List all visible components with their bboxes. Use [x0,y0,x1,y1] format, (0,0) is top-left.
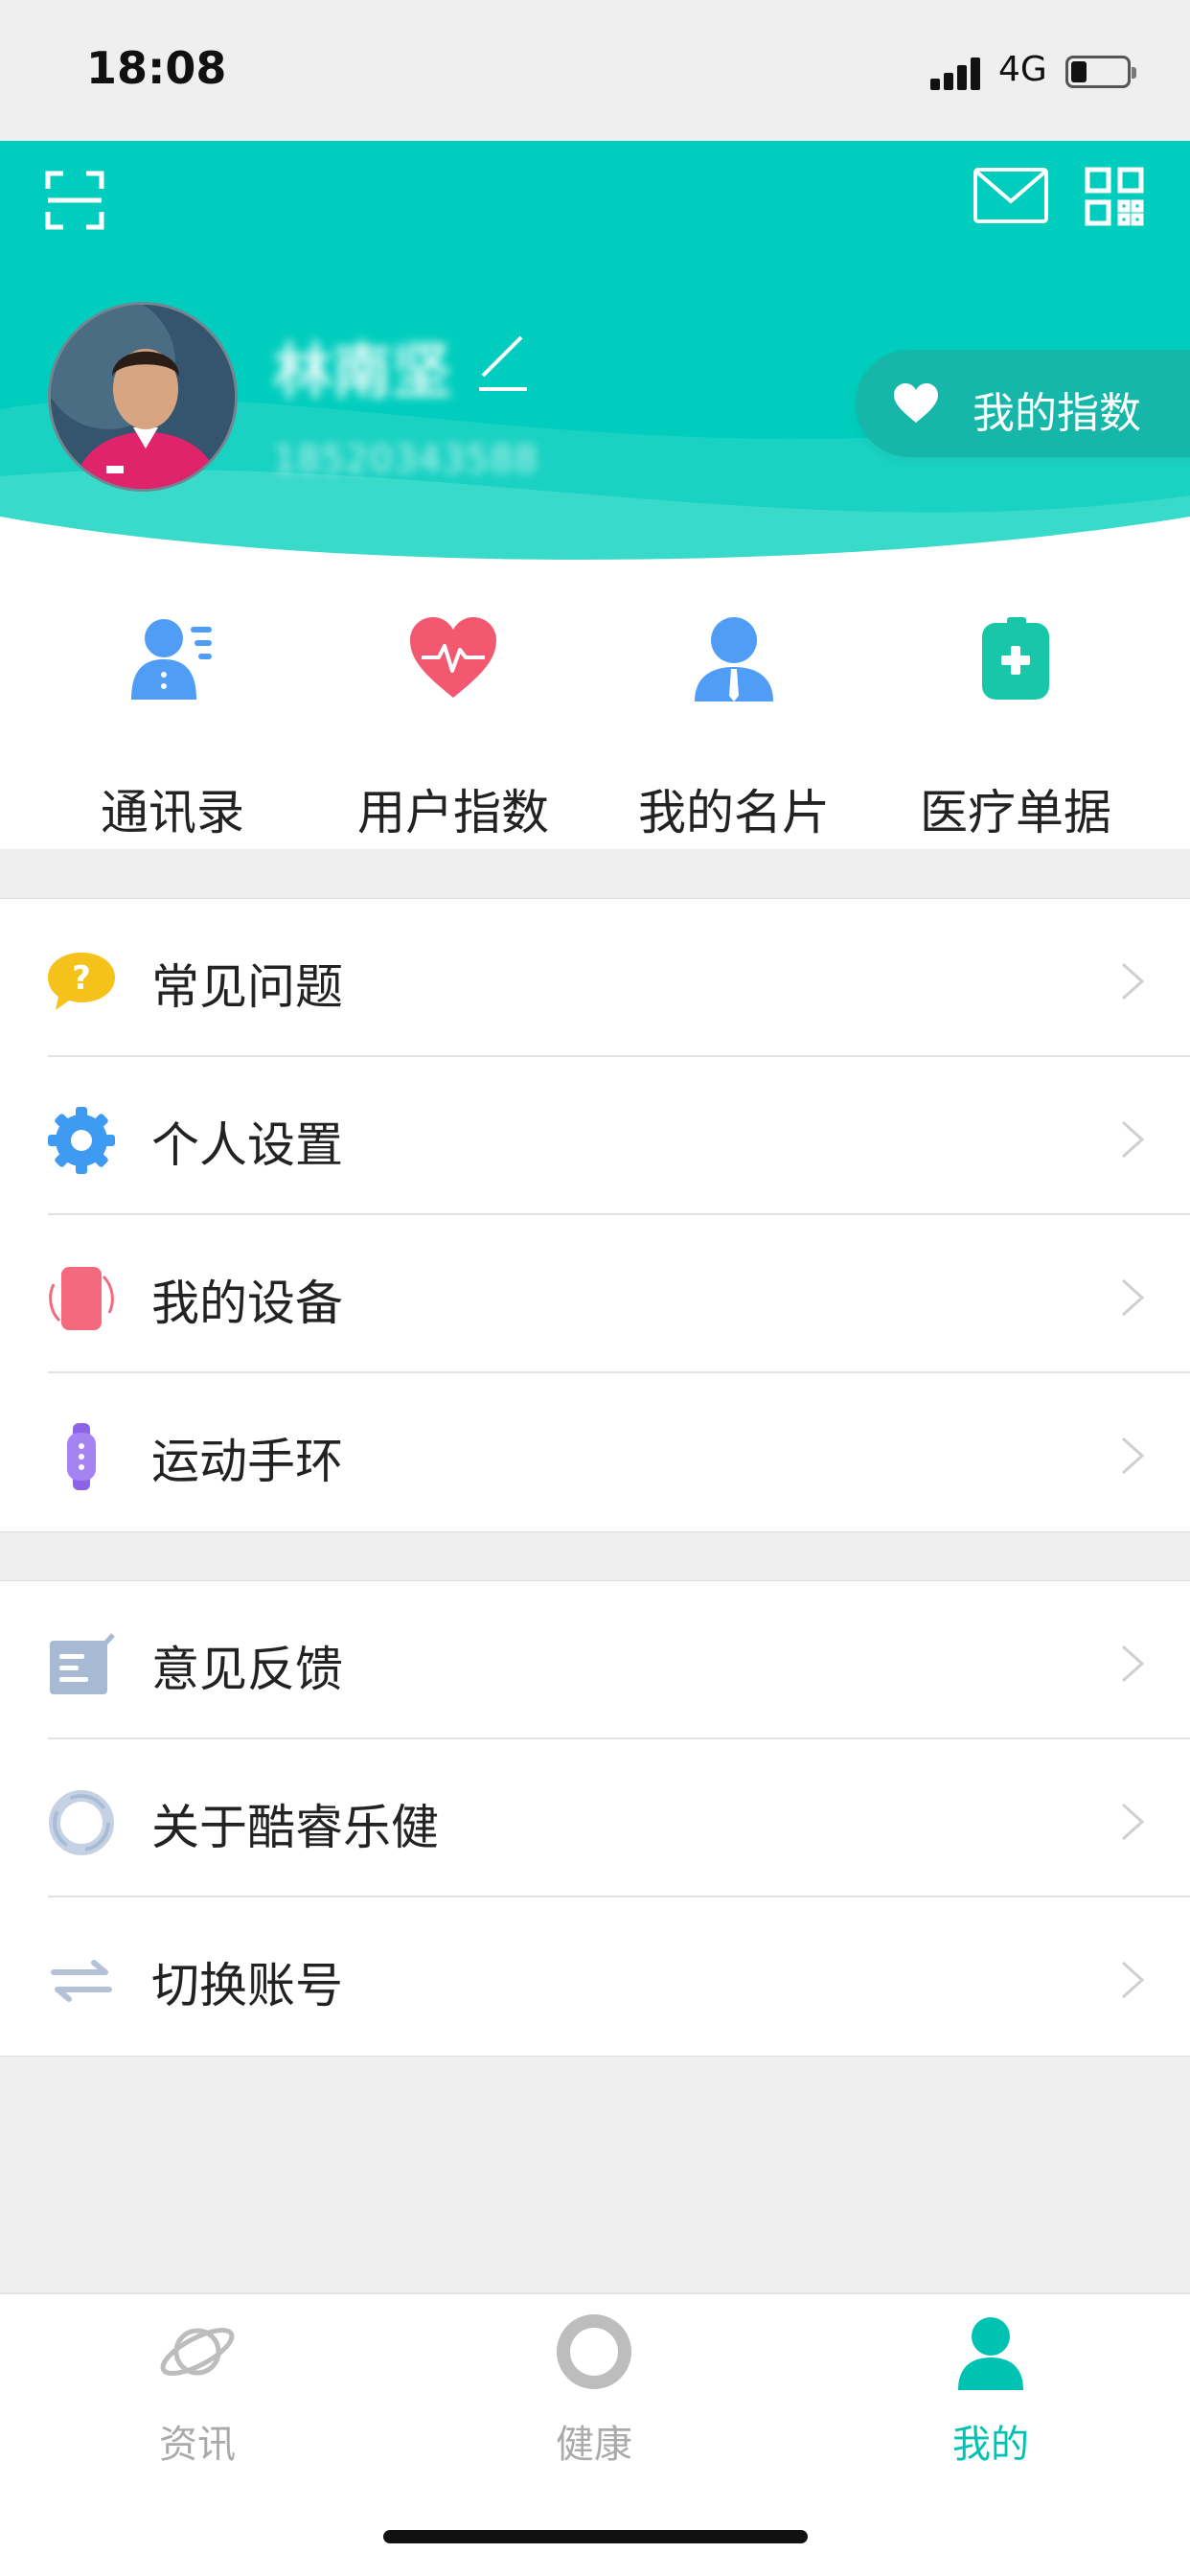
chevron-right-icon [1121,1120,1145,1159]
faq-icon: ? [48,953,115,1010]
menu-item-switch-account[interactable]: 切换账号 [0,1898,1190,2056]
menu-item-feedback[interactable]: 意见反馈 [0,1581,1190,1739]
phone-device-icon [49,1267,114,1330]
tab-health[interactable]: 健康 [450,2312,738,2467]
tab-label: 资讯 [159,2423,236,2467]
status-time: 18:08 [86,42,227,94]
network-type: 4G [998,50,1047,89]
my-index-button[interactable]: 我的指数 [856,350,1190,457]
menu-item-label: 我的设备 [151,1276,343,1331]
medical-records-icon [982,617,1049,700]
qr-code-icon[interactable] [1085,167,1144,226]
scan-icon[interactable] [44,170,105,231]
menu-item-label: 运动手环 [151,1434,343,1489]
heart-icon [894,383,938,423]
menu-item-sports-band[interactable]: 运动手环 [0,1373,1190,1531]
menu-item-label: 关于酷睿乐健 [151,1800,439,1855]
avatar[interactable] [48,302,238,492]
person-icon [958,2317,1023,2390]
menu-item-label: 切换账号 [151,1958,343,2013]
shortcut-grid: 通讯录 用户指数 我的名片 医疗单据 [0,575,1190,849]
user-name: 林南坚 [273,336,452,406]
shortcut-label: 用户指数 [357,785,549,840]
my-index-label: 我的指数 [973,389,1141,438]
chevron-right-icon [1121,1278,1145,1317]
status-bar: 18:08 4G [0,0,1190,141]
shortcut-my-card[interactable]: 我的名片 [590,613,878,840]
switch-account-icon [51,1960,112,2002]
about-icon [49,1790,114,1855]
menu-item-label: 意见反馈 [151,1642,343,1697]
contacts-icon [131,619,212,700]
menu-item-label: 常见问题 [151,959,343,1015]
menu-item-about[interactable]: 关于酷睿乐健 [0,1739,1190,1898]
menu-item-faq[interactable]: ? 常见问题 [0,899,1190,1057]
band-icon [67,1423,96,1490]
feedback-icon [50,1633,115,1694]
shortcut-label: 我的名片 [638,785,830,840]
user-card-icon [695,617,773,702]
menu-item-my-devices[interactable]: 我的设备 [0,1215,1190,1373]
planet-icon [160,2328,235,2376]
tab-label: 我的 [952,2423,1029,2467]
profile-header: 林南坚 18520343588 我的指数 [0,141,1190,582]
chevron-right-icon [1121,962,1145,1000]
chevron-right-icon [1121,1644,1145,1683]
gear-icon [48,1107,115,1174]
shortcut-label: 医疗单据 [920,785,1111,840]
shortcut-user-index[interactable]: 用户指数 [309,613,597,840]
chevron-right-icon [1121,1803,1145,1841]
home-indicator[interactable] [383,2530,808,2543]
heart-pulse-icon [410,617,496,698]
tab-news[interactable]: 资讯 [54,2312,341,2467]
shortcut-medical-records[interactable]: 医疗单据 [872,613,1159,840]
shortcut-contacts[interactable]: 通讯录 [29,613,316,840]
chevron-right-icon [1121,1437,1145,1475]
menu-group-2: 意见反馈 关于酷睿乐健 切换账号 [0,1580,1190,2057]
cellular-signal-icon [930,56,988,90]
svg-text:?: ? [72,959,91,998]
mail-icon[interactable] [973,165,1049,228]
edit-icon[interactable] [471,328,529,395]
chevron-right-icon [1121,1961,1145,1999]
tab-mine[interactable]: 我的 [847,2312,1134,2467]
profile-screen: 18:08 4G 林南坚 18520343588 我的指数 通讯录 用户指数 我… [0,0,1190,2576]
shortcut-label: 通讯录 [101,785,244,840]
menu-item-personal-settings[interactable]: 个人设置 [0,1057,1190,1215]
menu-item-label: 个人设置 [151,1117,343,1173]
menu-group-1: ? 常见问题 个人设置 我的设备 运动手环 [0,898,1190,1532]
battery-icon [1065,56,1136,88]
tab-label: 健康 [556,2423,632,2467]
ring-icon [557,2314,631,2389]
user-phone: 18520343588 [273,438,538,480]
